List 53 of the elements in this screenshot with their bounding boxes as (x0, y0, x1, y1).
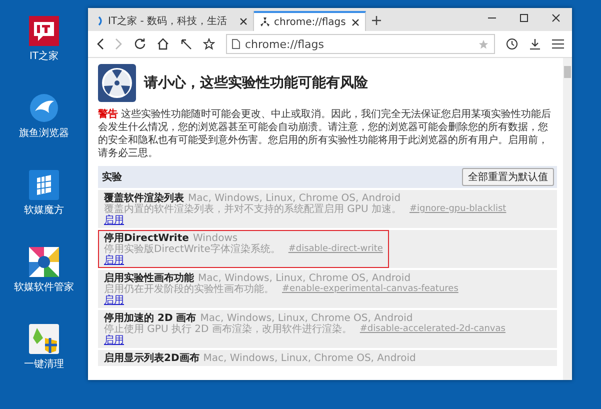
broom-shield-app-icon[interactable] (29, 324, 59, 354)
clock-icon[interactable] (506, 38, 518, 50)
address-bar[interactable]: chrome://flags (226, 34, 495, 54)
section-title: 实验 (102, 170, 122, 184)
enable-link[interactable]: 启用 (104, 255, 124, 266)
pinwheel-app-icon[interactable] (29, 247, 59, 277)
cube-app-icon[interactable] (29, 170, 59, 200)
desktop-icon-label[interactable]: 一键清理 (24, 357, 64, 371)
reset-all-button[interactable]: 全部重置为默认值 (462, 168, 554, 186)
close-icon[interactable] (552, 14, 560, 22)
close-icon[interactable] (240, 18, 247, 24)
desktop-icon-label[interactable]: 软媒软件管家 (14, 280, 74, 294)
fish-app-icon[interactable] (29, 93, 59, 123)
reload-icon[interactable] (134, 38, 146, 50)
experiment-name: 启用实验性画布功能 (104, 273, 194, 284)
warning-text: 警告 这些实验性功能随时可能会更改、中止或取消。因此，我们完全无法保证您启用某项实验性功能后会发生什么情况，您的浏览器甚至可能会自动崩溃。请注意，您的浏览器可能会删除您的所有数据，您的安全和隐私也有可能受到意外伤害。您启用的所有实验性功能将用于此浏览器的所有用户。启用前，请务必三思。 (98, 108, 552, 160)
experiment-name: 停用加速的 2D 画布 (104, 313, 196, 324)
star-icon[interactable] (203, 38, 215, 50)
enable-link[interactable]: 启用 (104, 335, 124, 346)
desktop-icon-label[interactable]: 旗鱼浏览器 (19, 126, 69, 140)
close-icon[interactable] (352, 18, 359, 26)
speech-bubble-app-icon[interactable] (29, 16, 59, 46)
experiment-description: 覆盖内置的软件渲染列表，并对不支持的系统配置启用 GPU 加速。 (104, 204, 402, 215)
experiment-name: 覆盖软件渲染列表 (104, 193, 184, 204)
experiment-description: 停用实验版DirectWrite字体渲染系统。 (104, 244, 280, 255)
page-icon (232, 39, 240, 49)
enable-link[interactable]: 启用 (104, 215, 124, 226)
radiation-icon (98, 64, 136, 102)
page-title: 请小心，这些实验性功能可能有风险 (144, 74, 368, 92)
platform-list: Mac, Windows, Linux, Chrome OS, Android (200, 313, 413, 324)
desktop-icon-label[interactable]: 软媒魔方 (24, 203, 64, 217)
undo-arrow-icon[interactable] (180, 38, 192, 50)
loading-icon (98, 16, 104, 26)
maximize-icon[interactable] (520, 14, 528, 22)
experiment-name: 启用显示列表2D画布 (104, 353, 200, 364)
platform-list: Windows (192, 233, 238, 244)
radiation-icon (260, 17, 270, 27)
platform-list: Mac, Windows, Linux, Chrome OS, Android (203, 353, 416, 364)
experiment-description: 启用仍在开发阶段的实验性画布功能。 (104, 284, 274, 295)
platform-list: Mac, Windows, Linux, Chrome OS, Android (188, 193, 401, 204)
new-tab-icon[interactable] (372, 16, 381, 25)
back-icon[interactable] (96, 38, 104, 50)
bookmark-star-icon[interactable] (478, 38, 489, 50)
menu-icon[interactable] (552, 39, 564, 49)
experiment-description: 停止使用 GPU 执行 2D 画布渲染，改用软件进行渲染。 (104, 324, 352, 335)
home-icon[interactable] (157, 38, 169, 50)
enable-link[interactable]: 启用 (104, 295, 124, 306)
desktop-icon-label[interactable]: IT之家 (29, 49, 59, 63)
browser-tab[interactable]: chrome://flags (254, 11, 366, 31)
scrollbar[interactable] (563, 58, 572, 380)
experiment-name: 停用DirectWrite (104, 233, 189, 244)
download-icon[interactable] (529, 38, 541, 50)
platform-list: Mac, Windows, Linux, Chrome OS, Android (198, 273, 411, 284)
